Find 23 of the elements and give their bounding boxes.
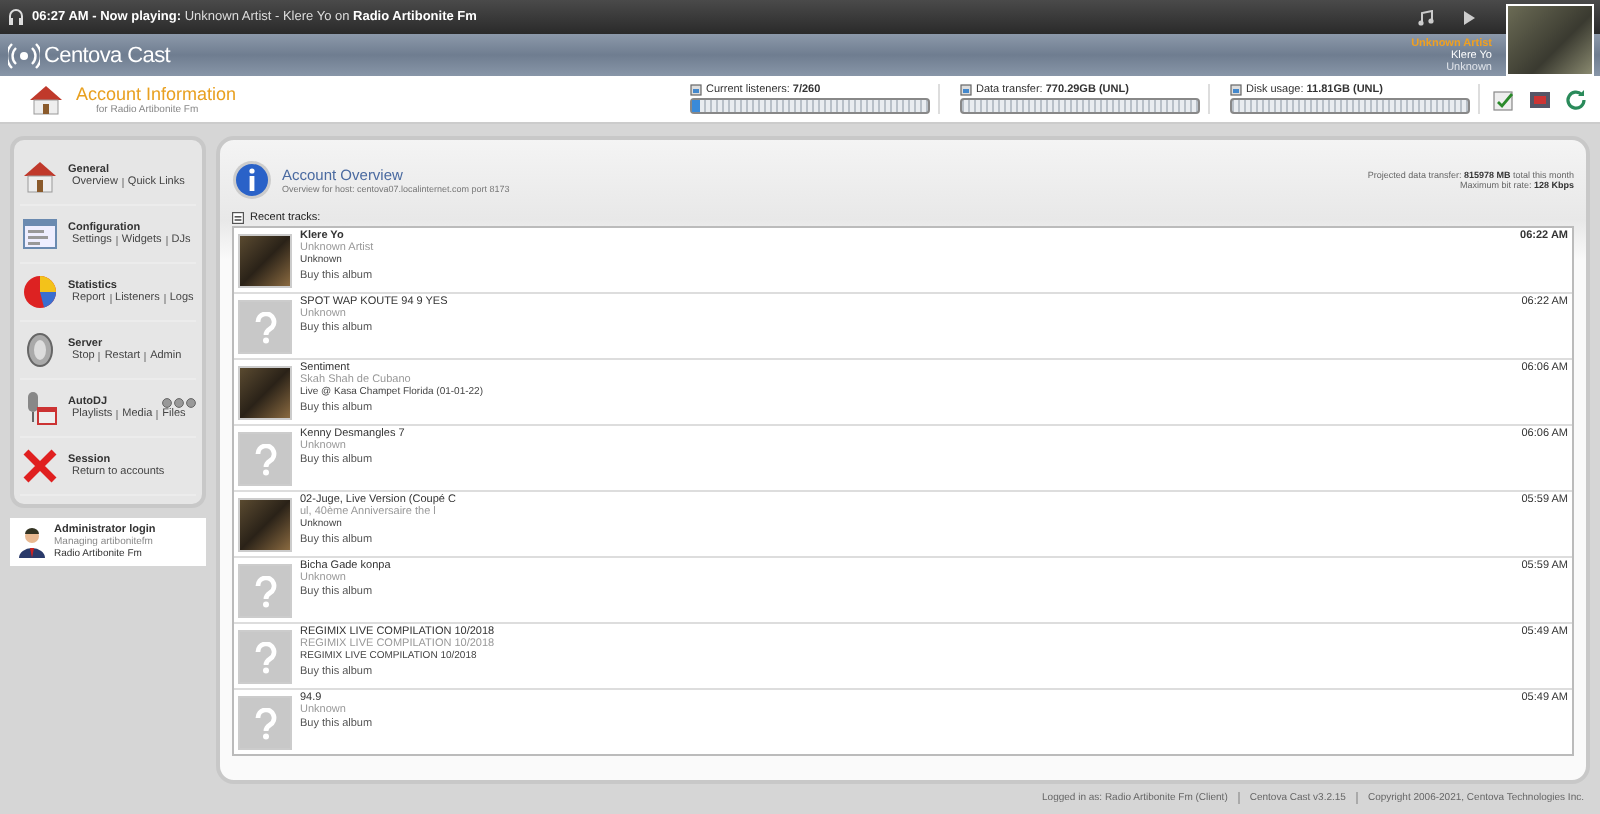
person-icon [18, 526, 46, 558]
settings-window-icon [20, 214, 60, 254]
headphones-icon [8, 8, 24, 26]
refresh-icon [1564, 87, 1588, 111]
album-art-photo [238, 366, 292, 420]
gauge-icon [960, 84, 972, 96]
close-icon [20, 446, 60, 486]
music-note-icon [1418, 9, 1434, 25]
checklist-icon [1492, 87, 1516, 111]
logo-text: Centova Cast [44, 43, 171, 67]
broadcast-logo-icon [8, 40, 40, 70]
list-icon [232, 211, 244, 223]
gauge-icon [1230, 84, 1242, 96]
album-art-photo [238, 498, 292, 552]
film-icon [1528, 87, 1552, 111]
play-icon [1462, 9, 1476, 25]
page-title: Account Information [76, 83, 237, 103]
gauge-icon [690, 84, 702, 96]
pie-chart-icon [20, 272, 60, 312]
album-art-photo [238, 234, 292, 288]
info-icon [232, 160, 272, 200]
house-icon [28, 83, 64, 115]
house-icon [20, 156, 60, 196]
